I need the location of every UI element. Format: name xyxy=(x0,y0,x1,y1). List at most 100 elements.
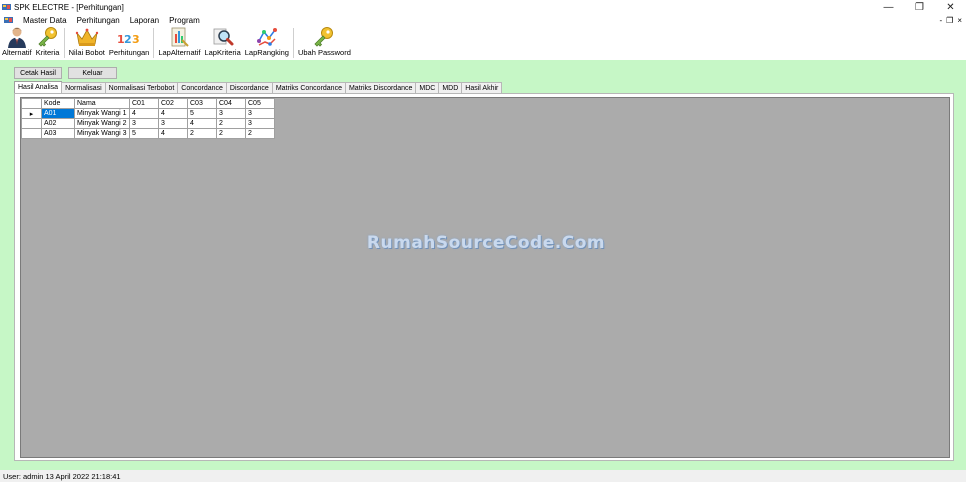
cetak-hasil-button[interactable]: Cetak Hasil xyxy=(14,67,62,79)
toolbar-nilai-bobot-button[interactable]: Nilai Bobot xyxy=(67,26,107,60)
grid-cell[interactable]: 4 xyxy=(187,118,217,129)
grid-cell[interactable]: Minyak Wangi 3 xyxy=(74,128,130,139)
table-row[interactable]: A02 Minyak Wangi 2 3 3 4 2 3 xyxy=(21,118,275,129)
app-icon xyxy=(2,4,11,10)
column-header-kode[interactable]: Kode xyxy=(41,98,75,109)
window-controls: — ❐ ✕ xyxy=(873,0,966,14)
toolbar-separator xyxy=(153,28,155,58)
menu-program[interactable]: Program xyxy=(164,16,205,25)
toolbar-lap-kriteria-button[interactable]: LapKriteria xyxy=(202,26,242,60)
tab-matriks-discordance[interactable]: Matriks Discordance xyxy=(344,82,417,93)
crown-icon xyxy=(75,28,98,46)
grid-cell[interactable]: 3 xyxy=(129,118,159,129)
grid-header-row: Kode Nama C01 C02 C03 C04 C05 xyxy=(21,98,275,109)
grid-cell[interactable]: 3 xyxy=(245,108,275,119)
grid-cell[interactable]: A03 xyxy=(41,128,75,139)
row-header-cell[interactable] xyxy=(21,128,42,139)
form-area: Cetak Hasil Keluar Hasil Analisa Normali… xyxy=(0,60,966,470)
status-bar: User: admin 13 April 2022 21:18:41 xyxy=(0,470,966,482)
tab-strip: Hasil Analisa Normalisasi Normalisasi Te… xyxy=(14,81,503,93)
toolbar-label: LapRangking xyxy=(244,48,289,57)
toolbar-separator xyxy=(63,28,65,58)
column-header-c05[interactable]: C05 xyxy=(245,98,275,109)
menu-bar: Master Data Perhitungan Laporan Program … xyxy=(0,14,966,26)
grid-cell[interactable]: 2 xyxy=(245,128,275,139)
row-indicator-icon[interactable]: ▸ xyxy=(21,108,42,119)
network-icon xyxy=(256,28,277,46)
grid-cell[interactable]: 5 xyxy=(129,128,159,139)
column-header-c03[interactable]: C03 xyxy=(187,98,217,109)
grid-cell[interactable]: 5 xyxy=(187,108,217,119)
toolbar-label: Ubah Password xyxy=(297,48,351,57)
numbers-icon: 1 2 3 xyxy=(117,33,140,46)
grid-cell[interactable]: 4 xyxy=(158,128,188,139)
grid-cell[interactable]: Minyak Wangi 2 xyxy=(74,118,130,129)
grid-corner-cell[interactable] xyxy=(21,98,42,109)
toolbar-separator xyxy=(292,28,294,58)
tab-normalisasi-terbobot[interactable]: Normalisasi Terbobot xyxy=(104,82,179,93)
grid-cell[interactable]: Minyak Wangi 1 xyxy=(74,108,130,119)
toolbar-kriteria-button[interactable]: Kriteria xyxy=(34,26,62,60)
toolbar-lap-alternatif-button[interactable]: LapAlternatif xyxy=(156,26,202,60)
mdi-close-button[interactable]: × xyxy=(957,16,962,25)
column-header-c04[interactable]: C04 xyxy=(216,98,246,109)
minimize-button[interactable]: — xyxy=(873,0,904,14)
grid-cell[interactable]: 2 xyxy=(216,128,246,139)
report-icon xyxy=(172,27,190,47)
menu-master-data[interactable]: Master Data xyxy=(18,16,72,25)
svg-text:2: 2 xyxy=(124,33,132,46)
tab-panel-hasil-analisa: Kode Nama C01 C02 C03 C04 C05 ▸ A01 Miny… xyxy=(14,93,954,461)
data-grid[interactable]: Kode Nama C01 C02 C03 C04 C05 ▸ A01 Miny… xyxy=(20,97,950,458)
restore-button[interactable]: ❐ xyxy=(904,0,935,14)
key-icon xyxy=(38,27,57,47)
toolbar-label: Nilai Bobot xyxy=(68,48,105,57)
toolbar-perhitungan-button[interactable]: 1 2 3 Perhitungan xyxy=(107,26,151,60)
table-row[interactable]: ▸ A01 Minyak Wangi 1 4 4 5 3 3 xyxy=(21,108,275,119)
mdi-controls: - ❐ × xyxy=(939,14,962,26)
mdi-child-icon[interactable] xyxy=(4,16,13,24)
grid-cell[interactable]: 3 xyxy=(245,118,275,129)
tab-hasil-analisa[interactable]: Hasil Analisa xyxy=(14,81,63,93)
toolbar-ubah-password-button[interactable]: Ubah Password xyxy=(296,26,353,60)
menu-laporan[interactable]: Laporan xyxy=(125,16,164,25)
grid-cell[interactable]: 2 xyxy=(187,128,217,139)
tab-normalisasi[interactable]: Normalisasi xyxy=(61,82,106,93)
tab-concordance[interactable]: Concordance xyxy=(177,82,227,93)
grid-cell[interactable]: 4 xyxy=(129,108,159,119)
tab-matriks-concordance[interactable]: Matriks Concordance xyxy=(271,82,346,93)
data-grid-table: Kode Nama C01 C02 C03 C04 C05 ▸ A01 Miny… xyxy=(21,98,275,139)
row-header-cell[interactable] xyxy=(21,118,42,129)
table-row[interactable]: A03 Minyak Wangi 3 5 4 2 2 2 xyxy=(21,128,275,139)
close-button[interactable]: ✕ xyxy=(935,0,966,14)
toolbar-alternatif-button[interactable]: Alternatif xyxy=(0,26,34,60)
key-icon xyxy=(314,27,334,47)
svg-text:3: 3 xyxy=(132,33,140,46)
toolbar-label: LapKriteria xyxy=(204,48,241,57)
grid-cell[interactable]: 2 xyxy=(216,118,246,129)
title-bar: SPK ELECTRE - [Perhitungan] — ❐ ✕ xyxy=(0,0,966,14)
grid-cell[interactable]: A01 xyxy=(41,108,75,119)
column-header-c01[interactable]: C01 xyxy=(129,98,159,109)
grid-cell[interactable]: A02 xyxy=(41,118,75,129)
toolbar-label: Alternatif xyxy=(2,48,32,57)
tab-mdd[interactable]: MDD xyxy=(438,82,463,93)
toolbar-label: Kriteria xyxy=(35,48,60,57)
person-icon xyxy=(7,27,26,48)
grid-cell[interactable]: 3 xyxy=(216,108,246,119)
mdi-restore-button[interactable]: ❐ xyxy=(946,16,953,25)
column-header-c02[interactable]: C02 xyxy=(158,98,188,109)
status-text: User: admin 13 April 2022 21:18:41 xyxy=(3,471,121,481)
toolbar-lap-rangking-button[interactable]: LapRangking xyxy=(243,26,291,60)
toolbar: Alternatif Kriteria Nilai Bobot 1 2 3 Pe… xyxy=(0,26,966,60)
grid-cell[interactable]: 3 xyxy=(158,118,188,129)
tab-mdc[interactable]: MDC xyxy=(415,82,440,93)
tab-hasil-akhir[interactable]: Hasil Akhir xyxy=(461,82,503,93)
grid-cell[interactable]: 4 xyxy=(158,108,188,119)
menu-perhitungan[interactable]: Perhitungan xyxy=(72,16,125,25)
mdi-minimize-button[interactable]: - xyxy=(939,16,942,25)
magnifier-icon xyxy=(213,28,234,46)
keluar-button[interactable]: Keluar xyxy=(68,67,117,79)
column-header-nama[interactable]: Nama xyxy=(74,98,130,109)
watermark-text: RumahSourceCode.Com xyxy=(366,233,606,253)
tab-discordance[interactable]: Discordance xyxy=(225,82,273,93)
